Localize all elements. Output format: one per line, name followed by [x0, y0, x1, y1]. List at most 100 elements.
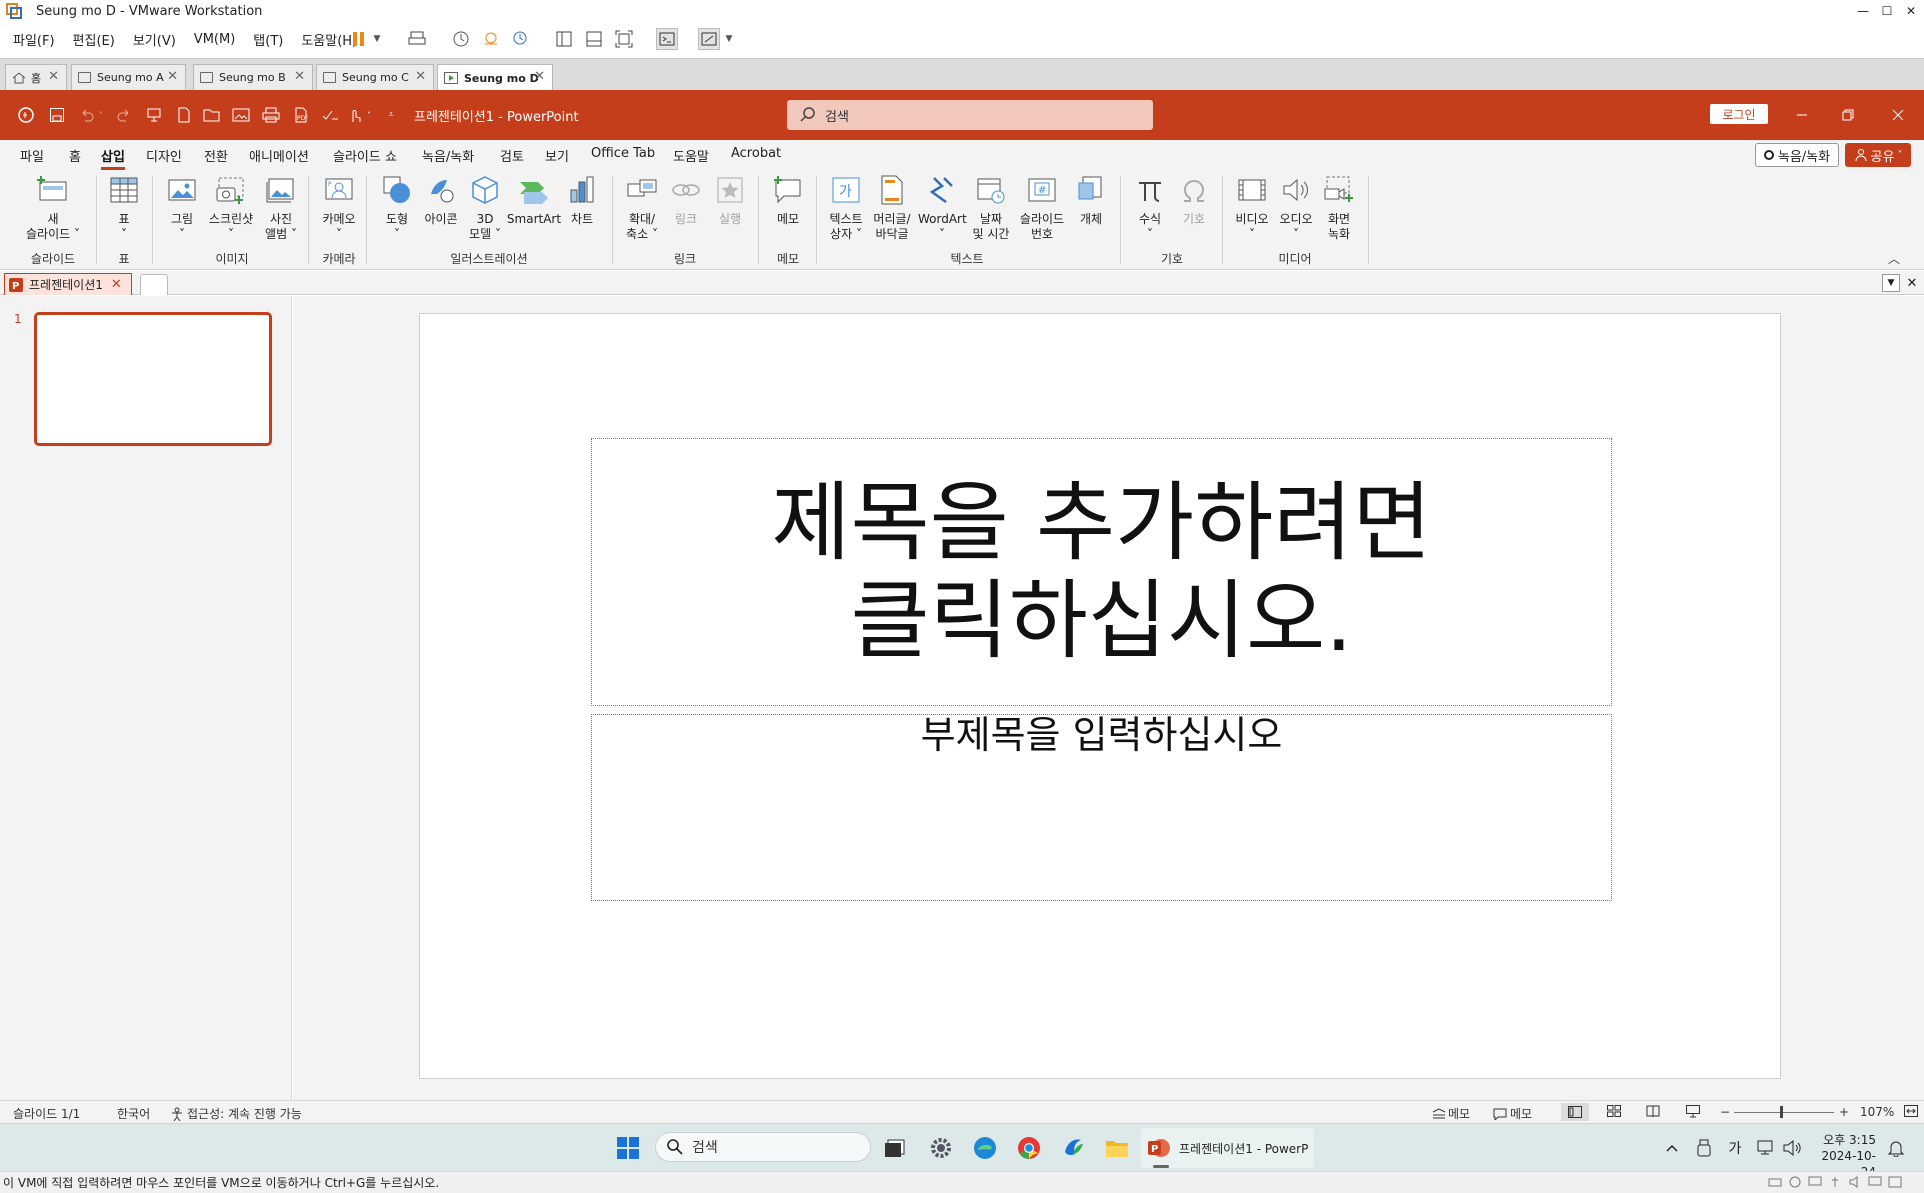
accessibility-checker[interactable]: 접근성: 계속 진행 가능 [170, 1105, 302, 1122]
link-button[interactable]: 링크 [666, 174, 706, 227]
share-button[interactable]: 공유 ˅ [1845, 143, 1911, 167]
vmware-minimize-button[interactable]: — [1852, 0, 1874, 22]
vm-menu-tab[interactable]: 탭(T) [244, 30, 292, 49]
file-explorer-icon[interactable] [1103, 1134, 1131, 1162]
print-icon[interactable] [261, 105, 281, 125]
copilot-icon[interactable] [1059, 1134, 1087, 1162]
touch-mode-dropdown-icon[interactable]: ˅ [364, 105, 374, 125]
presenter-icon[interactable] [144, 105, 164, 125]
close-all-tabs-icon[interactable]: ✕ [1903, 274, 1921, 292]
tab-view[interactable]: 보기 [545, 146, 569, 165]
ppt-minimize-button[interactable] [1790, 104, 1814, 126]
new-document-tab[interactable] [140, 274, 168, 295]
undo-icon[interactable] [77, 105, 97, 125]
export-pdf-icon[interactable]: PDF [291, 105, 311, 125]
vm-tab-seung-mo-d[interactable]: Seung mo D ✕ [437, 64, 553, 91]
tab-list-dropdown-icon[interactable]: ▼ [1882, 274, 1900, 292]
subtitle-placeholder[interactable]: 부제목을 입력하십시오 [591, 714, 1612, 901]
settings-gear-icon[interactable] [927, 1134, 955, 1162]
picture-button[interactable]: 그림 ˅ [160, 174, 204, 242]
windows-start-icon[interactable] [614, 1134, 642, 1162]
new-slide-button[interactable]: 새 슬라이드 ˅ [16, 174, 90, 242]
close-icon[interactable]: ✕ [48, 69, 59, 84]
console-view-icon[interactable] [656, 28, 678, 50]
language-indicator[interactable]: 한국어 [117, 1105, 150, 1122]
screen-recording-button[interactable]: 화면 녹화 [1318, 174, 1360, 242]
vm-tab-seung-mo-b[interactable]: Seung mo B ✕ [193, 64, 313, 90]
ime-indicator[interactable]: 가 [1721, 1134, 1749, 1162]
ppt-restore-button[interactable] [1836, 104, 1860, 126]
ppt-close-button[interactable] [1886, 104, 1910, 126]
tab-file[interactable]: 파일 [20, 146, 44, 165]
slide-sorter-button[interactable] [1607, 1105, 1621, 1120]
comments-button[interactable]: 메모 [1493, 1105, 1532, 1122]
volume-icon[interactable] [1778, 1134, 1806, 1162]
date-time-button[interactable]: 날짜 및 시간 [968, 174, 1014, 242]
network-icon[interactable] [1752, 1134, 1780, 1162]
usb-icon[interactable] [1828, 1176, 1842, 1188]
record-button[interactable]: 녹음/녹화 [1755, 143, 1839, 167]
task-view-icon[interactable] [881, 1134, 909, 1162]
vmware-close-button[interactable]: ✕ [1900, 0, 1922, 22]
action-button[interactable]: 실행 [710, 174, 750, 227]
symbol-button[interactable]: 기호 [1174, 174, 1214, 227]
new-file-icon[interactable] [174, 105, 194, 125]
collapse-ribbon-icon[interactable]: ︿ [1888, 250, 1900, 267]
close-icon[interactable]: ✕ [415, 69, 426, 84]
smartart-button[interactable]: SmartArt [506, 174, 562, 227]
title-placeholder[interactable]: 제목을 추가하려면 클릭하십시오. [591, 438, 1612, 706]
picture-icon[interactable] [231, 105, 251, 125]
vm-menu-view[interactable]: 보기(V) [124, 30, 185, 49]
screenshot-button[interactable]: 스크린샷 ˅ [204, 174, 258, 242]
cameo-button[interactable]: P 카메오 ˅ [314, 174, 364, 242]
sound-card-icon[interactable] [1848, 1176, 1862, 1188]
cd-rom-icon[interactable] [1788, 1176, 1802, 1188]
table-button[interactable]: 표 ˅ [104, 174, 144, 242]
zoom-slider-thumb[interactable] [1780, 1106, 1783, 1118]
touch-mode-icon[interactable] [345, 105, 365, 125]
tab-insert[interactable]: 삽입 [101, 146, 125, 170]
close-icon[interactable]: ✕ [294, 69, 305, 84]
reading-view-button[interactable] [1646, 1105, 1660, 1120]
normal-view-button[interactable] [1561, 1103, 1589, 1121]
tab-record[interactable]: 녹음/녹화 [422, 146, 474, 165]
object-button[interactable]: 개체 [1072, 174, 1110, 227]
tab-design[interactable]: 디자인 [146, 146, 182, 165]
tab-acrobat[interactable]: Acrobat [731, 146, 781, 161]
revert-snapshot-icon[interactable] [480, 28, 502, 50]
close-icon[interactable]: ✕ [534, 69, 545, 84]
document-tab[interactable]: P 프레젠테이션1 ✕ [4, 273, 132, 295]
zoom-button[interactable]: 확대/ 축소 ˅ [620, 174, 664, 242]
notes-button[interactable]: 메모 [1432, 1105, 1470, 1122]
notification-bell-icon[interactable] [1882, 1134, 1910, 1162]
tab-animations[interactable]: 애니메이션 [249, 146, 309, 165]
redo-icon[interactable] [114, 105, 134, 125]
shapes-button[interactable]: 도형 ˅ [376, 174, 418, 242]
slide-number-button[interactable]: # 슬라이드 번호 [1014, 174, 1070, 242]
search-input[interactable]: 검색 [787, 100, 1153, 130]
stretch-guest-icon[interactable] [698, 28, 720, 50]
save-icon[interactable] [47, 105, 67, 125]
tab-home[interactable]: 홈 [69, 146, 81, 165]
tab-help[interactable]: 도움말 [673, 146, 709, 165]
customize-qat-icon[interactable]: ⩡ [385, 105, 397, 125]
video-button[interactable]: 비디오 ˅ [1230, 174, 1274, 242]
zoom-slider-track[interactable] [1734, 1112, 1834, 1113]
undo-dropdown-icon[interactable]: ˅ [96, 105, 106, 125]
fullscreen-icon[interactable] [613, 28, 635, 50]
message-log-icon[interactable] [1888, 1176, 1902, 1188]
display-icon[interactable] [1868, 1176, 1882, 1188]
hard-disk-icon[interactable] [1768, 1176, 1782, 1188]
snapshot-icon[interactable] [450, 28, 472, 50]
stretch-dropdown-icon[interactable]: ▼ [722, 28, 736, 50]
snapshot-manager-icon[interactable] [510, 28, 532, 50]
suspend-icon[interactable] [348, 28, 370, 50]
autosave-icon[interactable] [16, 105, 36, 125]
vm-menu-edit[interactable]: 편집(E) [64, 30, 124, 49]
wordart-button[interactable]: WordArt ˅ [918, 174, 967, 242]
chart-button[interactable]: 차트 [562, 174, 602, 227]
textbox-button[interactable]: 가 텍스트 상자 ˅ [824, 174, 868, 242]
equation-button[interactable]: 수식 ˅ [1130, 174, 1170, 242]
usb-device-icon[interactable] [1690, 1134, 1718, 1162]
tab-review[interactable]: 검토 [500, 146, 524, 165]
